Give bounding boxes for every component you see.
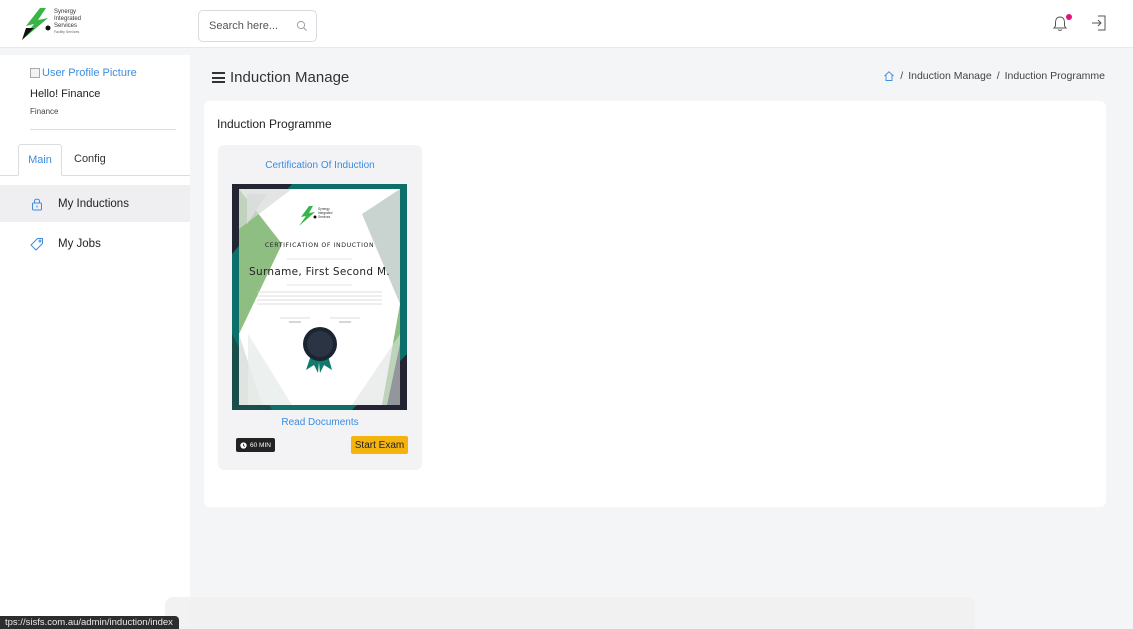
duration-text: 60 MIN <box>250 441 271 449</box>
page-title: Induction Manage <box>212 69 349 86</box>
start-exam-button[interactable]: Start Exam <box>351 436 408 454</box>
user-greeting: Hello! Finance <box>30 88 101 100</box>
induction-programme-card: Induction Programme Certification Of Ind… <box>204 101 1106 507</box>
company-logo[interactable]: Synergy Integrated Services Facility Ser… <box>20 6 100 44</box>
notification-badge <box>1066 14 1072 20</box>
home-icon[interactable] <box>883 70 895 82</box>
breadcrumb-separator: / <box>900 70 904 82</box>
certificate-thumbnail[interactable]: Synergy Integrated Services CERTIFICATIO… <box>232 184 407 410</box>
duration-badge: 60 MIN <box>236 438 275 452</box>
user-role: Finance <box>30 107 59 116</box>
breadcrumb: / Induction Manage / Induction Programme <box>883 70 1105 82</box>
menu-icon[interactable] <box>212 72 225 83</box>
avatar[interactable]: User Profile Picture <box>30 67 137 79</box>
search-icon[interactable] <box>296 20 308 32</box>
sidebar-item-label: My Inductions <box>58 197 129 210</box>
link-status-url: tps://sisfs.com.au/admin/induction/index <box>0 616 179 629</box>
logo-bolt-icon <box>22 8 51 40</box>
sidebar-item-label: My Jobs <box>58 237 101 250</box>
broken-image-icon <box>30 68 40 78</box>
breadcrumb-separator: / <box>996 70 1000 82</box>
course-card: Certification Of Induction Synergy Integ… <box>218 145 422 470</box>
logout-icon[interactable] <box>1090 14 1108 32</box>
search-box[interactable] <box>198 10 317 42</box>
read-documents-link[interactable]: Read Documents <box>218 417 422 428</box>
breadcrumb-current: Induction Programme <box>1004 70 1105 82</box>
tag-icon <box>30 237 43 251</box>
page-title-text: Induction Manage <box>230 69 350 86</box>
course-title-link[interactable]: Certification Of Induction <box>218 160 422 171</box>
clock-icon <box>240 441 247 449</box>
notifications-button[interactable] <box>1052 12 1072 34</box>
footer-bar <box>165 597 975 629</box>
tab-config[interactable]: Config <box>74 144 106 176</box>
certificate-recipient-name: Surname, First Second M. <box>249 266 390 278</box>
sidebar-item-my-inductions[interactable]: My Inductions <box>0 185 190 222</box>
section-title: Induction Programme <box>217 117 332 131</box>
certificate-logo-text: Synergy Integrated Services <box>318 207 333 219</box>
sidebar: User Profile Picture Hello! Finance Fina… <box>0 55 190 629</box>
avatar-alt-text: User Profile Picture <box>42 67 137 79</box>
logo-wordmark: Synergy Integrated Services Facility Ser… <box>54 9 82 34</box>
certificate-heading: CERTIFICATION OF INDUCTION <box>264 242 375 249</box>
divider <box>30 129 176 130</box>
breadcrumb-induction-manage[interactable]: Induction Manage <box>908 70 991 82</box>
top-bar: Synergy Integrated Services Facility Ser… <box>0 0 1133 48</box>
sidebar-item-my-jobs[interactable]: My Jobs <box>0 225 190 262</box>
tab-main[interactable]: Main <box>18 144 62 176</box>
sidebar-tabs: Main Config <box>0 144 190 176</box>
lock-icon <box>32 198 42 210</box>
search-input[interactable] <box>209 11 299 41</box>
